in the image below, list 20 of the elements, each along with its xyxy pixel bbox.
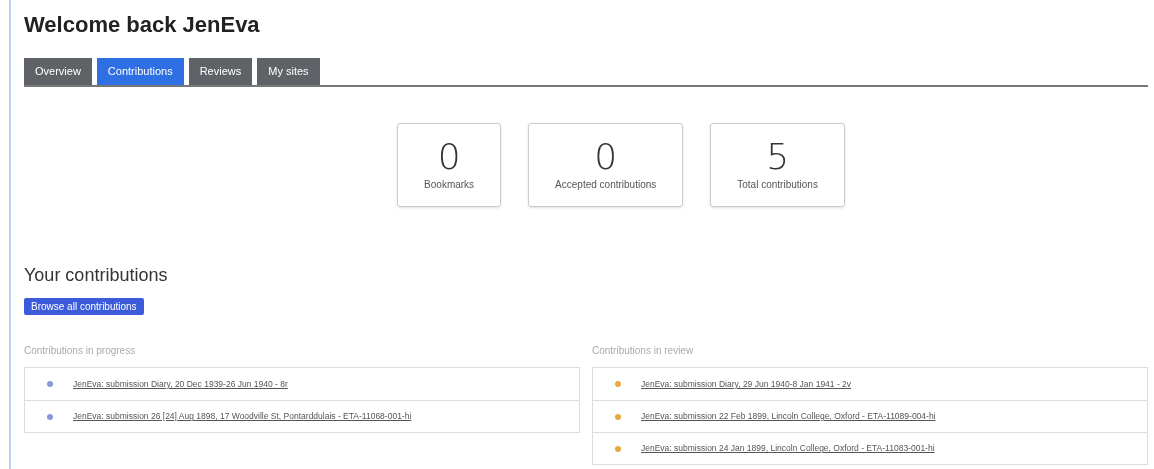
browse-button[interactable]: Browse all contributions xyxy=(24,298,144,315)
contribution-link[interactable]: JenEva: submission Diary, 29 Jun 1940-8 Jan 1941 - 2v xyxy=(641,377,852,391)
contribution-link[interactable]: JenEva: submission 26 [24] Aug 1898, 17 Woodville St, Pontarddulais - ETA-11068-001-hi xyxy=(73,410,412,423)
tab[interactable]: Overview xyxy=(24,58,92,85)
section-heading: Your contributions xyxy=(24,264,168,287)
contribution-link[interactable]: JenEva: submission 22 Feb 1899, Lincoln College, Oxford - ETA-11089-004-hi xyxy=(641,410,936,423)
stat-value: 0 xyxy=(437,138,461,175)
stat-value: 0 xyxy=(594,138,618,175)
list-heading: Contributions in review xyxy=(592,344,694,358)
stat-label: Total contributions xyxy=(737,177,818,192)
contribution-link[interactable]: JenEva: submission Diary, 20 Dec 1939-26 Jun 1940 - 8r xyxy=(73,377,288,391)
stat-value: 5 xyxy=(766,138,790,175)
page-title: Welcome back JenEva xyxy=(24,11,260,39)
stat-label: Bookmarks xyxy=(424,177,475,192)
tab[interactable]: Reviews xyxy=(188,58,253,85)
tab[interactable]: My sites xyxy=(257,58,320,85)
stat-label: Accepted contributions xyxy=(555,177,657,192)
contribution-link[interactable]: JenEva: submission 24 Jan 1899, Lincoln College, Oxford - ETA-11083-001-hi xyxy=(641,442,935,455)
tab[interactable]: Contributions xyxy=(96,58,184,85)
list-heading: Contributions in progress xyxy=(24,344,136,358)
